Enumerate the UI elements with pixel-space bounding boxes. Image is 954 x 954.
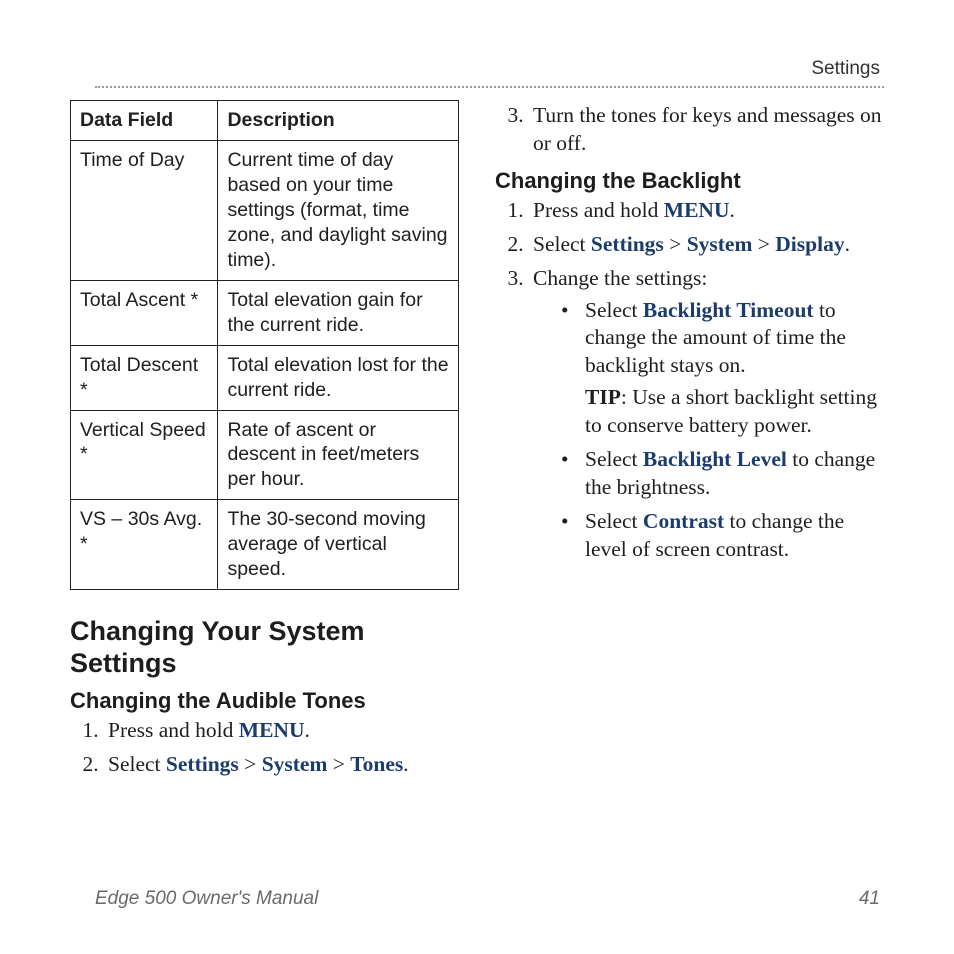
step-text: > [327, 752, 350, 776]
cell-field: Time of Day [71, 140, 218, 280]
content-columns: Data Field Description Time of Day Curre… [70, 100, 884, 789]
bullet-text: Select [585, 298, 643, 322]
table-row: Total Ascent * Total elevation gain for … [71, 280, 459, 345]
contrast-keyword: Contrast [643, 509, 724, 533]
step-text: Press and hold [108, 718, 239, 742]
left-column: Data Field Description Time of Day Curre… [70, 100, 459, 789]
tip-body: : Use a short backlight setting to conse… [585, 385, 877, 437]
tones-steps: Press and hold MENU. Select Settings > S… [70, 717, 459, 779]
system-keyword: System [262, 752, 328, 776]
heading-backlight: Changing the Backlight [495, 168, 884, 195]
backlight-options: Select Backlight Timeout to change the a… [533, 297, 884, 564]
backlight-level-keyword: Backlight Level [643, 447, 787, 471]
running-header-text: Settings [811, 58, 880, 79]
backlight-timeout-keyword: Backlight Timeout [643, 298, 814, 322]
step-text: Select [108, 752, 166, 776]
tones-keyword: Tones [350, 752, 403, 776]
cell-field: VS – 30s Avg. * [71, 500, 218, 590]
table-header-row: Data Field Description [71, 101, 459, 141]
settings-keyword: Settings [166, 752, 239, 776]
header-divider [95, 86, 884, 88]
step-item: Turn the tones for keys and messages on … [529, 102, 884, 158]
step-item: Select Settings > System > Display. [529, 231, 884, 259]
cell-desc: Current time of day based on your time s… [218, 140, 459, 280]
step-text: Select [533, 232, 591, 256]
list-item: Select Backlight Level to change the bri… [561, 446, 884, 502]
heading-system-settings: Changing Your System Settings [70, 616, 459, 680]
system-keyword: System [687, 232, 753, 256]
step-item: Change the settings: Select Backlight Ti… [529, 265, 884, 564]
table-row: Time of Day Current time of day based on… [71, 140, 459, 280]
step-item: Press and hold MENU. [104, 717, 459, 745]
heading-audible-tones: Changing the Audible Tones [70, 688, 459, 715]
footer-title: Edge 500 Owner's Manual [95, 888, 318, 910]
backlight-steps: Press and hold MENU. Select Settings > S… [495, 197, 884, 564]
cell-field: Total Ascent * [71, 280, 218, 345]
step-item: Select Settings > System > Tones. [104, 751, 459, 779]
footer-page-number: 41 [859, 888, 880, 910]
cell-desc: Total elevation gain for the current rid… [218, 280, 459, 345]
table-row: Total Descent * Total elevation lost for… [71, 345, 459, 410]
th-data-field: Data Field [71, 101, 218, 141]
th-description: Description [218, 101, 459, 141]
data-field-table: Data Field Description Time of Day Curre… [70, 100, 459, 590]
step-text: Turn the tones for keys and messages on … [533, 103, 882, 155]
step-text: . [845, 232, 850, 256]
tip-note: TIP: Use a short backlight setting to co… [585, 384, 884, 440]
settings-keyword: Settings [591, 232, 664, 256]
cell-desc: The 30-second moving average of vertical… [218, 500, 459, 590]
right-column: Turn the tones for keys and messages on … [495, 100, 884, 789]
menu-keyword: MENU [239, 718, 305, 742]
tip-label: TIP [585, 385, 621, 409]
cell-field: Total Descent * [71, 345, 218, 410]
step-text: Change the settings: [533, 266, 707, 290]
cell-desc: Total elevation lost for the current rid… [218, 345, 459, 410]
running-header: Settings [811, 58, 880, 80]
step-text: > [239, 752, 262, 776]
menu-keyword: MENU [664, 198, 730, 222]
table-row: Vertical Speed * Rate of ascent or desce… [71, 410, 459, 500]
display-keyword: Display [775, 232, 844, 256]
cell-desc: Rate of ascent or descent in feet/meters… [218, 410, 459, 500]
step-text: > [752, 232, 775, 256]
step-text: Press and hold [533, 198, 664, 222]
step-text: . [729, 198, 734, 222]
table-row: VS – 30s Avg. * The 30-second moving ave… [71, 500, 459, 590]
step-item: Press and hold MENU. [529, 197, 884, 225]
manual-page: Settings Data Field Description Time of … [0, 0, 954, 954]
step-text: > [664, 232, 687, 256]
step-text: . [403, 752, 408, 776]
bullet-text: Select [585, 509, 643, 533]
list-item: Select Backlight Timeout to change the a… [561, 297, 884, 441]
step-text: . [304, 718, 309, 742]
tones-steps-cont: Turn the tones for keys and messages on … [495, 102, 884, 158]
list-item: Select Contrast to change the level of s… [561, 508, 884, 564]
bullet-text: Select [585, 447, 643, 471]
page-footer: Edge 500 Owner's Manual 41 [95, 888, 880, 910]
cell-field: Vertical Speed * [71, 410, 218, 500]
